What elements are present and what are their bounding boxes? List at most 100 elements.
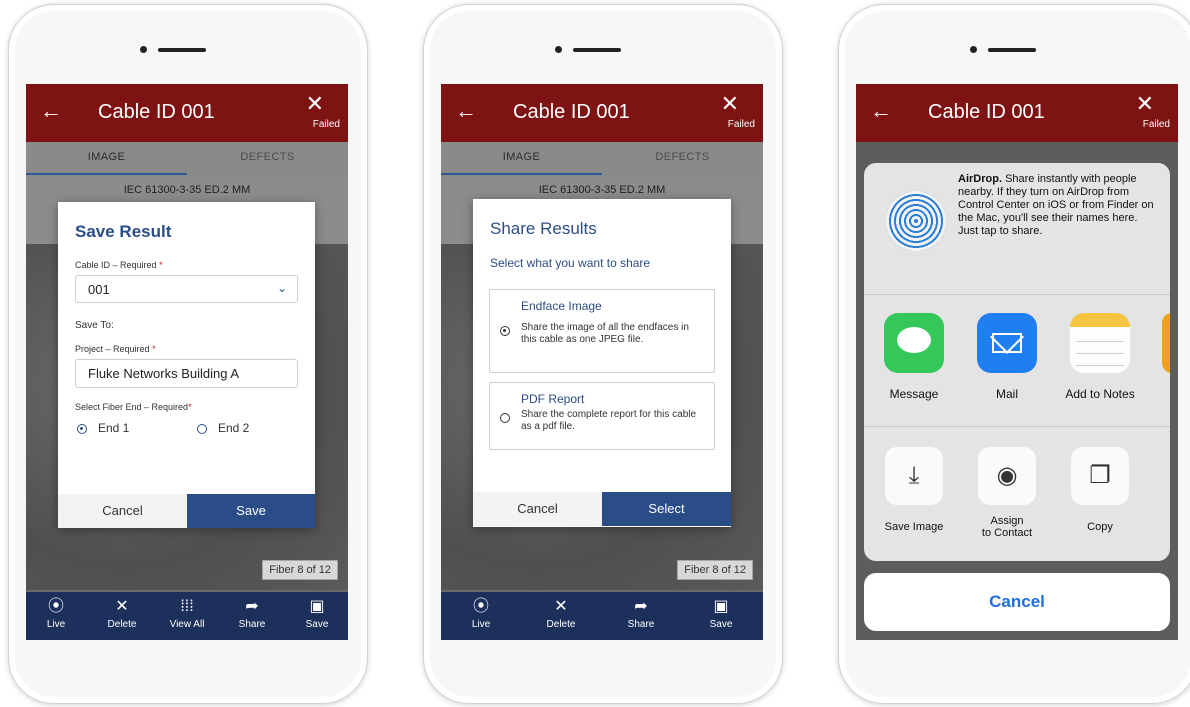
- message-icon: [884, 313, 944, 373]
- camera-dot: [555, 46, 562, 53]
- share-icon: ➦: [634, 598, 648, 615]
- dialog-title: Share Results: [490, 219, 597, 238]
- nav-label: Live: [46, 619, 66, 630]
- back-arrow-icon[interactable]: ←: [455, 100, 477, 122]
- nav-label: Share: [238, 619, 266, 630]
- delete-icon: ✕: [554, 598, 568, 615]
- chevron-down-icon: ⌄: [276, 281, 287, 295]
- close-icon[interactable]: ✕: [721, 93, 739, 115]
- option2-radio[interactable]: [500, 413, 510, 423]
- save-icon: ▣: [713, 598, 729, 615]
- save-result-dialog: Save Result Cable ID – Required * 001 ⌄ …: [58, 202, 315, 528]
- status-label: Failed: [1142, 119, 1170, 130]
- share-app-mail[interactable]: Mail: [962, 313, 1052, 401]
- share-app-message[interactable]: Message: [869, 313, 959, 401]
- tab-defects[interactable]: DEFECTS: [602, 151, 763, 163]
- camera-dot: [140, 46, 147, 53]
- notes-icon: [1070, 313, 1130, 373]
- delete-icon: ✕: [115, 598, 129, 615]
- phone-share-results: ← Cable ID 001 ✕ Failed IMAGE DEFECTS IE…: [423, 4, 783, 704]
- nav-live[interactable]: ⦿ Live: [461, 597, 501, 631]
- app-screen: ← Cable ID 001 ✕ Failed IMAGE DEFECTS IE…: [26, 84, 348, 640]
- project-field[interactable]: Fluke Networks Building A: [75, 359, 298, 388]
- app-screen: ← Cable ID 001 ✕ Failed AirDrop. Share i…: [856, 84, 1178, 640]
- nav-share[interactable]: ➦ Share: [621, 597, 661, 631]
- app-header: ← Cable ID 001 ✕ Failed: [856, 84, 1178, 142]
- end1-radio[interactable]: [77, 424, 87, 434]
- view-all-icon: ⁞⁞⁞: [180, 598, 194, 615]
- close-icon[interactable]: ✕: [1136, 93, 1154, 115]
- nav-save[interactable]: ▣ Save: [297, 597, 337, 631]
- save-button[interactable]: Save: [187, 494, 315, 528]
- share-results-dialog: Share Results Select what you want to sh…: [473, 199, 731, 527]
- select-button[interactable]: Select: [602, 492, 731, 526]
- option-title: Endface Image: [521, 299, 602, 313]
- cancel-button[interactable]: Cancel: [473, 492, 602, 526]
- end2-label[interactable]: End 2: [218, 421, 249, 435]
- app-label: Message: [889, 387, 939, 401]
- share-sheet: AirDrop. Share instantly with people nea…: [864, 163, 1170, 561]
- action-label: Save Image: [884, 521, 944, 533]
- save-icon: ▣: [309, 598, 325, 615]
- bottom-nav: ⦿ Live ✕ Delete ➦ Share ▣ Save: [441, 592, 763, 640]
- back-arrow-icon[interactable]: ←: [870, 100, 892, 122]
- app-header: ← Cable ID 001 ✕ Failed: [441, 84, 763, 142]
- airdrop-description: AirDrop. Share instantly with people nea…: [958, 173, 1158, 238]
- option-description: Share the image of all the endfaces in t…: [521, 322, 689, 345]
- contact-icon: ◉: [978, 447, 1036, 505]
- save-to-label: Save To:: [75, 320, 114, 331]
- nav-label: Delete: [546, 619, 576, 630]
- project-label: Project – Required *: [75, 344, 156, 354]
- cable-id-label: Cable ID – Required *: [75, 260, 163, 270]
- action-assign-to-contact[interactable]: ◉ Assign to Contact: [962, 447, 1052, 539]
- nav-live[interactable]: ⦿ Live: [36, 597, 76, 631]
- active-tab-indicator: [26, 173, 187, 175]
- option1-radio[interactable]: [500, 326, 510, 336]
- next-app-icon-partial[interactable]: [1162, 313, 1170, 373]
- option-endface-image[interactable]: Endface Image Share the image of all the…: [489, 289, 715, 373]
- action-copy[interactable]: ❐ Copy: [1055, 447, 1145, 533]
- speaker-grille: [988, 48, 1036, 52]
- cancel-button[interactable]: Cancel: [58, 494, 187, 528]
- nav-share[interactable]: ➦ Share: [232, 597, 272, 631]
- tab-image[interactable]: IMAGE: [441, 151, 602, 163]
- nav-view-all[interactable]: ⁞⁞⁞ View All: [167, 597, 207, 631]
- page-title: Cable ID 001: [928, 101, 1045, 123]
- action-label: Copy: [1087, 521, 1113, 533]
- active-tab-indicator: [441, 173, 602, 175]
- app-label: Add to Notes: [1065, 387, 1135, 401]
- option-title: PDF Report: [521, 392, 585, 406]
- dialog-title: Save Result: [75, 222, 172, 241]
- phone-ios-share-sheet: ← Cable ID 001 ✕ Failed AirDrop. Share i…: [838, 4, 1190, 704]
- fiber-counter: Fiber 8 of 12: [677, 560, 753, 580]
- share-actions-row: ⤓ Save Image ◉ Assign to Contact ❐ Copy: [864, 427, 1170, 561]
- tab-defects[interactable]: DEFECTS: [187, 151, 348, 163]
- save-image-icon: ⤓: [885, 447, 943, 505]
- mail-icon: [977, 313, 1037, 373]
- standard-label: IEC 61300-3-35 ED.2 MM: [123, 184, 251, 196]
- action-save-image[interactable]: ⤓ Save Image: [869, 447, 959, 533]
- page-title: Cable ID 001: [513, 101, 630, 123]
- fiber-end-label-text: Select Fiber End – Required: [75, 402, 189, 412]
- option-description: Share the complete report for this cable…: [521, 409, 697, 432]
- nav-save[interactable]: ▣ Save: [701, 597, 741, 631]
- tab-image[interactable]: IMAGE: [26, 151, 187, 163]
- project-value: Fluke Networks Building A: [88, 366, 240, 381]
- cable-id-select[interactable]: 001 ⌄: [75, 275, 298, 303]
- speaker-grille: [158, 48, 206, 52]
- option-pdf-report[interactable]: PDF Report Share the complete report for…: [489, 382, 715, 450]
- fiber-end-label: Select Fiber End – Required*: [75, 402, 192, 412]
- page-title: Cable ID 001: [98, 101, 215, 123]
- nav-delete[interactable]: ✕ Delete: [541, 597, 581, 631]
- back-arrow-icon[interactable]: ←: [40, 100, 62, 122]
- share-app-notes[interactable]: Add to Notes: [1055, 313, 1145, 401]
- airdrop-title: AirDrop.: [958, 173, 1002, 185]
- close-icon[interactable]: ✕: [306, 93, 324, 115]
- airdrop-section[interactable]: AirDrop. Share instantly with people nea…: [864, 163, 1170, 295]
- nav-delete[interactable]: ✕ Delete: [102, 597, 142, 631]
- live-icon: ⦿: [472, 598, 489, 615]
- end2-radio[interactable]: [197, 424, 207, 434]
- tab-bar: IMAGE DEFECTS: [441, 142, 763, 176]
- cancel-button[interactable]: Cancel: [864, 573, 1170, 631]
- end1-label[interactable]: End 1: [98, 421, 129, 435]
